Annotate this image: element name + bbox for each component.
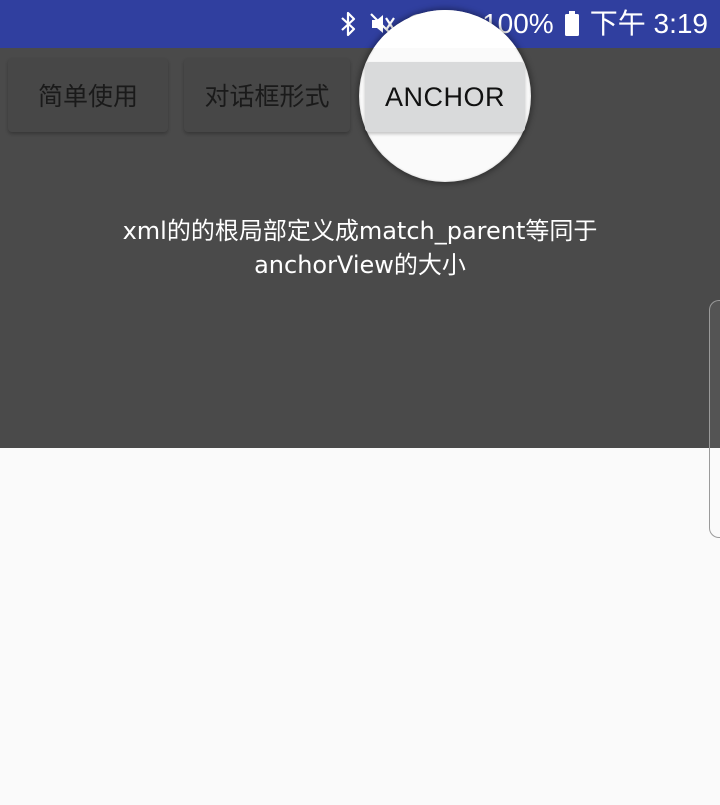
guide-message: xml的的根局部定义成match_parent等同于 anchorView的大小 xyxy=(60,214,660,282)
edge-panel-handle[interactable] xyxy=(709,300,720,538)
anchor-button[interactable]: ANCHOR xyxy=(365,62,525,132)
dialog-mode-button[interactable]: 对话框形式 xyxy=(184,58,350,132)
battery-icon xyxy=(564,0,580,48)
simple-use-button[interactable]: 简单使用 xyxy=(8,58,168,132)
status-time: 下午 3:19 xyxy=(589,8,708,39)
spotlight-highlight xyxy=(359,10,531,48)
bluetooth-icon xyxy=(340,0,358,48)
guide-message-line-1: xml的的根局部定义成match_parent等同于 xyxy=(122,217,598,245)
app-screen: 100% 下午 3:19 简单使用 对话框形式 ANCHOR xml的的根局部定… xyxy=(0,0,720,805)
guide-message-line-2: anchorView的大小 xyxy=(254,251,466,279)
